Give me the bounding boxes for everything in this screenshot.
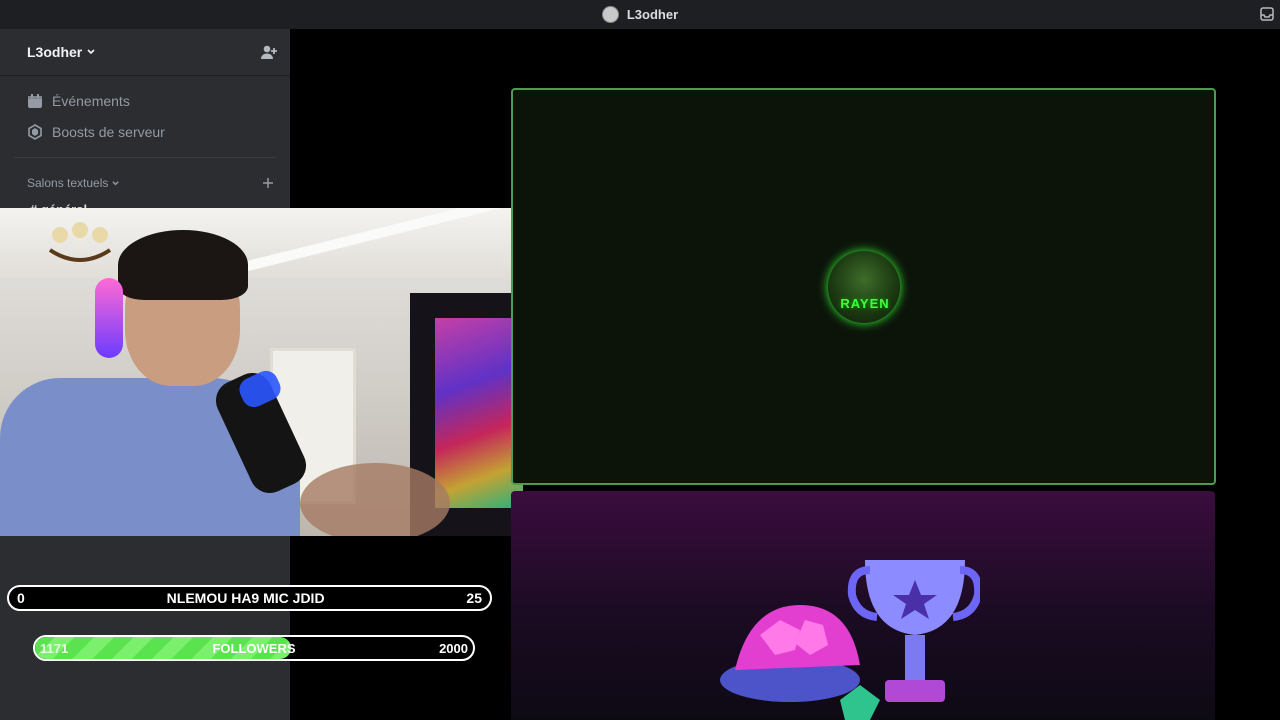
followers-current: 1171: [40, 640, 69, 656]
sidebar-item-boosts[interactable]: Boosts de serveur: [0, 116, 290, 147]
chevron-down-icon: [112, 180, 120, 185]
category-text-channels[interactable]: Salons textuels: [0, 168, 290, 198]
server-header[interactable]: L3odher: [0, 29, 290, 76]
inbox-icon[interactable]: [1260, 7, 1274, 21]
webcam-feed: [0, 208, 523, 536]
sidebar-item-label: Événements: [52, 92, 130, 109]
goal-bar-followers: FOLLOWERS 1171 2000: [33, 635, 475, 661]
window-title: L3odher: [601, 6, 679, 23]
avatar-logo-text: RAYEN: [840, 296, 890, 311]
followers-target: 2000: [439, 640, 468, 656]
server-avatar-icon: [601, 6, 619, 23]
sidebar-item-events[interactable]: Événements: [0, 85, 290, 116]
title-bar: L3odher: [0, 0, 1280, 29]
category-label: Salons textuels: [27, 176, 109, 190]
calendar-icon: [27, 93, 43, 109]
add-member-icon[interactable]: [260, 43, 278, 61]
server-name[interactable]: L3odher: [27, 44, 96, 60]
user-avatar: [828, 251, 900, 323]
sidebar-divider: [14, 157, 276, 158]
goal-label: NLEMOU HA9 MIC JDID: [166, 590, 325, 606]
trophy-shell-illustration: [720, 560, 980, 720]
goal-end-value: 25: [466, 590, 482, 606]
goal-bar-mic: 0 NLEMOU HA9 MIC JDID 25: [7, 585, 492, 611]
add-channel-icon[interactable]: [262, 177, 274, 189]
goal-start-value: 0: [17, 590, 25, 606]
server-name-text: L3odher: [27, 44, 83, 60]
sidebar-item-label: Boosts de serveur: [52, 123, 165, 140]
window-title-text: L3odher: [626, 7, 679, 22]
boost-icon: [27, 123, 43, 140]
chevron-down-icon: [87, 49, 95, 55]
chandelier-icon: [48, 222, 112, 262]
